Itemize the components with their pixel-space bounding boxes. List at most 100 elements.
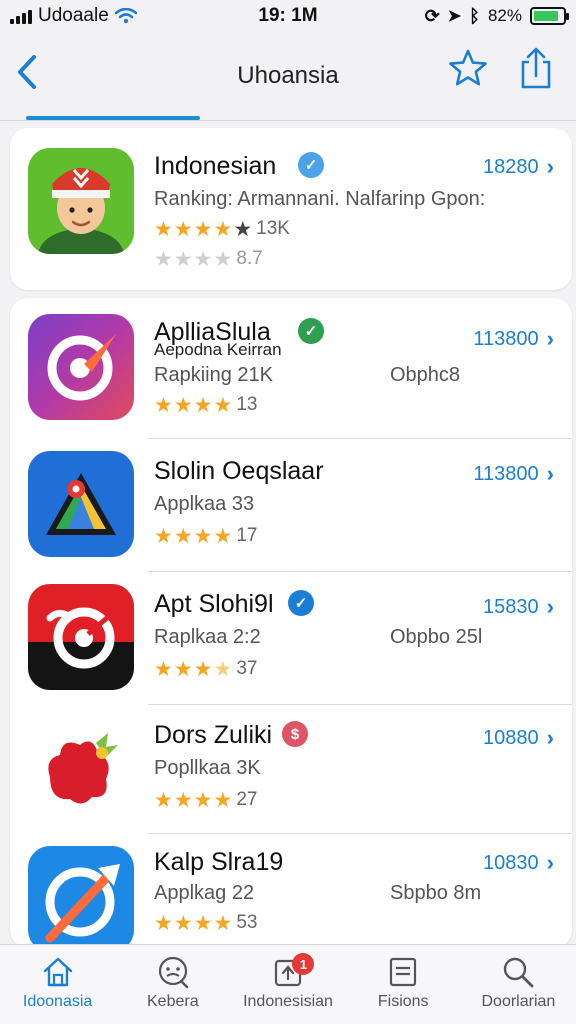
featured-app-card[interactable]: Indonesian ✓ Ranking: Armannani. Nalfari… (10, 128, 572, 290)
location-icon: ➤ (447, 8, 462, 25)
home-icon (43, 957, 72, 987)
tab-home[interactable]: Idoonasia (0, 945, 115, 1024)
chevron-left-icon (18, 55, 36, 89)
rating-stars: ★ ★ ★ ★ ★ (154, 219, 252, 240)
rating-stars: ★ ★ ★ ★ (154, 790, 232, 811)
tab-fisions[interactable]: Fisions (346, 945, 461, 1024)
list-item[interactable]: Slolin Oeqslaar Applkaa 33 ★ ★ ★ ★ 17 11… (10, 439, 572, 572)
featured-action-link[interactable]: 18280 › (483, 154, 554, 180)
rating-stars: ★ ★ ★ ★ (154, 659, 232, 680)
app-subtitle: Popllkaa 3K (154, 757, 261, 779)
rating-stars: ★ ★ ★ ★ (154, 395, 232, 416)
app-subtitle-secondary: Obphc8 (390, 364, 461, 386)
chat-face-icon (158, 956, 188, 989)
share-button[interactable] (516, 46, 556, 94)
list-item[interactable]: AplliaSlula Aepodna Keirran ✓ Rapkiing 2… (10, 298, 572, 439)
star-full-icon: ★ (154, 393, 173, 417)
featured-secondary-rating: ★ ★ ★ ★ 8.7 (154, 248, 263, 270)
star-full-icon: ★ (213, 911, 233, 935)
star-empty-icon: ★ (193, 247, 213, 271)
app-action-label: 10880 (483, 726, 539, 749)
star-full-icon: ★ (213, 788, 233, 812)
featured-rating: ★ ★ ★ ★ ★ 13K (154, 218, 290, 240)
star-full-icon: ★ (173, 393, 193, 417)
share-icon (521, 47, 551, 89)
battery-percent: 82% (487, 6, 522, 25)
chevron-right-icon: › (546, 725, 554, 750)
featured-app-icon (28, 148, 134, 254)
chevron-right-icon: › (546, 461, 554, 486)
list-item[interactable]: Dors Zuliki $ Popllkaa 3K ★ ★ ★ ★ 27 108… (10, 705, 572, 834)
rating-count: 37 (236, 658, 258, 679)
app-action-link[interactable]: 15830 › (483, 594, 554, 620)
list-item[interactable]: Kalp Slra19 Applkag 22 Sbpbo 8m ★ ★ ★ ★ … (10, 834, 572, 948)
star-half-icon: ★ (233, 217, 253, 241)
star-full-icon: ★ (193, 911, 213, 935)
star-full-icon: ★ (173, 524, 193, 548)
wifi-icon (114, 8, 137, 24)
star-full-icon: ★ (173, 911, 193, 935)
app-action-link[interactable]: 113800 › (473, 461, 554, 487)
nav-divider (0, 120, 576, 121)
rating-count: 13 (236, 394, 258, 415)
tab-kebera[interactable]: Kebera (115, 945, 230, 1024)
battery-icon (530, 7, 569, 25)
tab-label: Doorlarian (481, 993, 556, 1010)
app-rating: ★ ★ ★ ★ 53 (154, 912, 257, 934)
app-action-link[interactable]: 10830 › (483, 850, 554, 876)
tab-search[interactable]: Doorlarian (461, 945, 576, 1024)
page-title: Uhoansia (237, 62, 339, 89)
app-rating: ★ ★ ★ ★ 37 (154, 658, 257, 680)
featured-app-subtitle: Ranking: Armannani. Nalfarinp Gpon: (154, 188, 486, 210)
app-action-label: 15830 (483, 595, 539, 618)
app-action-link[interactable]: 10880 › (483, 725, 554, 751)
app-rating: ★ ★ ★ ★ 27 (154, 789, 257, 811)
star-full-icon: ★ (154, 524, 173, 548)
app-subtitle: Rapkiing 21K (154, 364, 273, 386)
notification-badge: 1 (292, 953, 315, 975)
app-name: Kalp Slra19 (154, 848, 284, 876)
bluetooth-icon: ᛒ (469, 5, 480, 26)
status-left: Udoaale (10, 5, 230, 27)
chevron-right-icon: › (546, 154, 554, 179)
star-full-icon: ★ (193, 657, 213, 681)
app-action-link[interactable]: 113800 › (473, 326, 554, 352)
app-subtitle: Applkaa 33 (154, 493, 255, 515)
favorite-button[interactable] (448, 48, 488, 92)
rating-count: 27 (236, 789, 258, 810)
star-full-icon: ★ (154, 788, 173, 812)
star-full-icon: ★ (193, 393, 213, 417)
app-icon (28, 584, 134, 690)
secondary-rating-value: 8.7 (236, 248, 263, 269)
star-empty-icon: ★ (213, 247, 233, 271)
rating-stars: ★ ★ ★ ★ (154, 526, 232, 547)
app-name-overlay: Aepodna Keirran (154, 340, 282, 359)
app-subtitle-secondary: Obpbo 25l (390, 626, 483, 648)
status-right: ⟳ ➤ ᛒ 82% (346, 5, 569, 27)
star-half-icon: ★ (213, 657, 233, 681)
verified-icon: ✓ (298, 318, 324, 344)
app-subtitle: Applkag 22 (154, 882, 255, 904)
signal-icon (10, 8, 32, 24)
chevron-right-icon: › (546, 594, 554, 619)
rating-count: 13K (256, 218, 290, 239)
star-full-icon: ★ (154, 911, 173, 935)
tab-label: Kebera (147, 993, 199, 1010)
rating-count: 53 (236, 912, 258, 933)
paid-icon: $ (282, 721, 308, 747)
rating-stars-secondary: ★ ★ ★ ★ (154, 249, 232, 270)
list-item[interactable]: Apt Slohi9l ✓ Raplkaa 2:2 Obpbo 25l ★ ★ … (10, 572, 572, 705)
star-full-icon: ★ (213, 393, 233, 417)
app-name: Dors Zuliki (154, 721, 273, 749)
chevron-right-icon: › (546, 850, 554, 875)
search-icon (504, 957, 534, 988)
app-action-label: 10830 (483, 851, 539, 874)
app-name: Apt Slohi9l (154, 590, 274, 618)
tab-bar: Idoonasia Kebera 1 Indonesisian Fisions … (0, 944, 576, 1024)
verified-icon: ✓ (298, 152, 324, 178)
back-button[interactable] (12, 50, 42, 94)
star-full-icon: ★ (213, 217, 233, 241)
tab-updates[interactable]: 1 Indonesisian (230, 945, 345, 1024)
tab-label: Idoonasia (22, 993, 93, 1010)
app-icon (28, 717, 134, 823)
